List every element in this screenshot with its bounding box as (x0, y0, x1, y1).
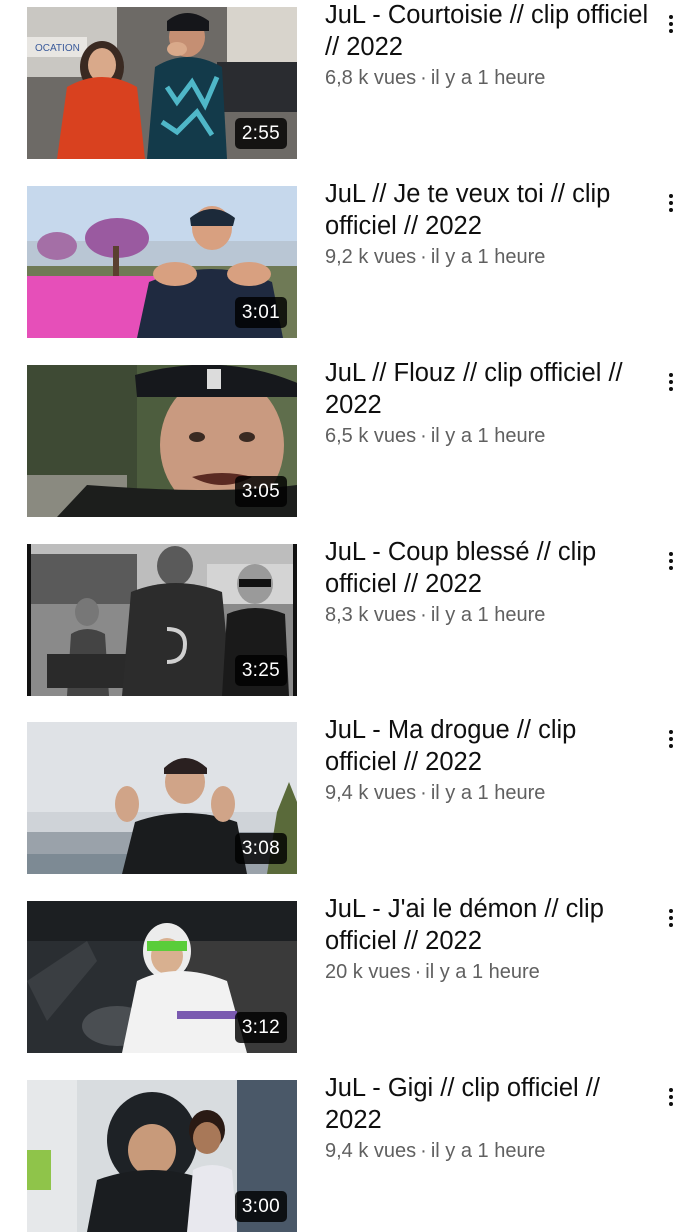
svg-text:OCATION: OCATION (35, 43, 80, 54)
video-thumbnail[interactable]: 3:12 (27, 901, 297, 1053)
separator-dot: · (420, 1140, 427, 1162)
video-views: 9,4 k vues (325, 782, 417, 804)
video-title[interactable]: JuL - Courtoisie // clip officiel // 202… (325, 0, 655, 63)
video-title[interactable]: JuL // Je te veux toi // clip officiel /… (325, 178, 655, 242)
separator-dot: · (420, 425, 427, 447)
video-item[interactable]: 3:01 JuL // Je te veux toi // clip offic… (0, 180, 698, 338)
more-vert-icon[interactable] (660, 726, 684, 756)
video-age: il y a 1 heure (430, 246, 546, 268)
video-item[interactable]: 3:25 JuL - Coup blessé // clip officiel … (0, 538, 698, 696)
video-duration: 3:01 (234, 297, 287, 328)
video-thumbnail[interactable]: 3:01 (27, 186, 297, 338)
more-vert-icon[interactable] (660, 1084, 684, 1114)
video-meta: JuL - J'ai le démon // clip officiel // … (325, 895, 655, 985)
video-title[interactable]: JuL - Gigi // clip officiel // 2022 (325, 1072, 655, 1136)
video-age: il y a 1 heure (430, 1140, 546, 1162)
video-item[interactable]: 3:05 JuL // Flouz // clip officiel // 20… (0, 359, 698, 517)
video-views: 20 k vues (325, 961, 411, 983)
video-stats: 6,8 k vues · il y a 1 heure (325, 65, 655, 91)
separator-dot: · (420, 604, 427, 626)
video-views: 8,3 k vues (325, 604, 417, 626)
more-vert-icon[interactable] (660, 369, 684, 399)
video-meta: JuL - Gigi // clip officiel // 2022 9,4 … (325, 1074, 655, 1164)
video-thumbnail[interactable]: 3:00 (27, 1080, 297, 1232)
video-age: il y a 1 heure (430, 425, 546, 447)
video-title[interactable]: JuL // Flouz // clip officiel // 2022 (325, 357, 655, 421)
more-vert-icon[interactable] (660, 548, 684, 578)
separator-dot: · (420, 246, 427, 268)
video-duration: 2:55 (234, 118, 287, 149)
video-title[interactable]: JuL - J'ai le démon // clip officiel // … (325, 893, 655, 957)
video-item[interactable]: 3:08 JuL - Ma drogue // clip officiel //… (0, 716, 698, 874)
video-stats: 9,4 k vues · il y a 1 heure (325, 780, 655, 806)
video-thumbnail[interactable]: OCATION 2:55 (27, 7, 297, 159)
video-thumbnail[interactable]: 3:25 (27, 544, 297, 696)
video-meta: JuL // Je te veux toi // clip officiel /… (325, 180, 655, 270)
video-meta: JuL // Flouz // clip officiel // 2022 6,… (325, 359, 655, 449)
video-views: 6,5 k vues (325, 425, 417, 447)
video-age: il y a 1 heure (430, 67, 546, 89)
video-thumbnail[interactable]: 3:05 (27, 365, 297, 517)
video-item[interactable]: 3:12 JuL - J'ai le démon // clip officie… (0, 895, 698, 1053)
separator-dot: · (420, 67, 427, 89)
video-thumbnail[interactable]: 3:08 (27, 722, 297, 874)
separator-dot: · (420, 782, 427, 804)
video-item[interactable]: OCATION 2:55 JuL - Courtoisie // clip of… (0, 1, 698, 159)
video-meta: JuL - Courtoisie // clip officiel // 202… (325, 1, 655, 91)
video-stats: 20 k vues · il y a 1 heure (325, 959, 655, 985)
video-meta: JuL - Coup blessé // clip officiel // 20… (325, 538, 655, 628)
more-vert-icon[interactable] (660, 190, 684, 220)
video-meta: JuL - Ma drogue // clip officiel // 2022… (325, 716, 655, 806)
separator-dot: · (414, 961, 422, 983)
video-views: 9,4 k vues (325, 1140, 417, 1162)
video-views: 9,2 k vues (325, 246, 417, 268)
video-stats: 6,5 k vues · il y a 1 heure (325, 423, 655, 449)
video-title[interactable]: JuL - Coup blessé // clip officiel // 20… (325, 536, 655, 600)
more-vert-icon[interactable] (660, 905, 684, 935)
video-item[interactable]: 3:00 JuL - Gigi // clip officiel // 2022… (0, 1074, 698, 1232)
video-stats: 8,3 k vues · il y a 1 heure (325, 602, 655, 628)
video-duration: 3:05 (234, 476, 287, 507)
video-duration: 3:08 (234, 833, 287, 864)
video-stats: 9,2 k vues · il y a 1 heure (325, 244, 655, 270)
video-views: 6,8 k vues (325, 67, 417, 89)
video-title[interactable]: JuL - Ma drogue // clip officiel // 2022 (325, 714, 655, 778)
video-age: il y a 1 heure (430, 782, 546, 804)
more-vert-icon[interactable] (660, 11, 684, 41)
video-stats: 9,4 k vues · il y a 1 heure (325, 1138, 655, 1164)
video-age: il y a 1 heure (430, 604, 546, 626)
video-duration: 3:00 (234, 1191, 287, 1222)
video-duration: 3:25 (234, 655, 287, 686)
video-age: il y a 1 heure (425, 961, 540, 983)
video-duration: 3:12 (234, 1012, 287, 1043)
